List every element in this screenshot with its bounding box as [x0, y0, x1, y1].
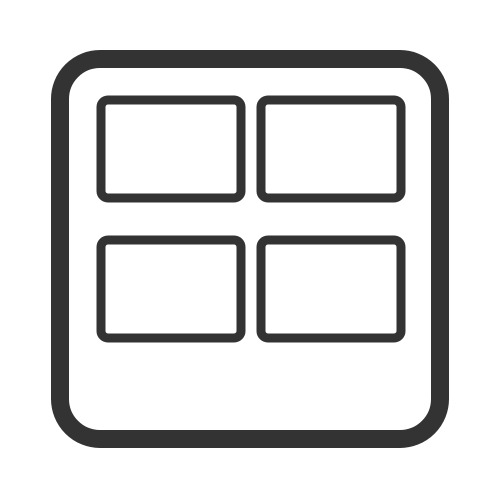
grid-tile-bottom-left [96, 235, 246, 343]
grid-tile-bottom-right [256, 235, 406, 343]
grid-layout-icon [51, 50, 449, 448]
icon-canvas [0, 0, 500, 500]
grid-tile-top-right [256, 95, 406, 203]
grid-tile-top-left [96, 95, 246, 203]
